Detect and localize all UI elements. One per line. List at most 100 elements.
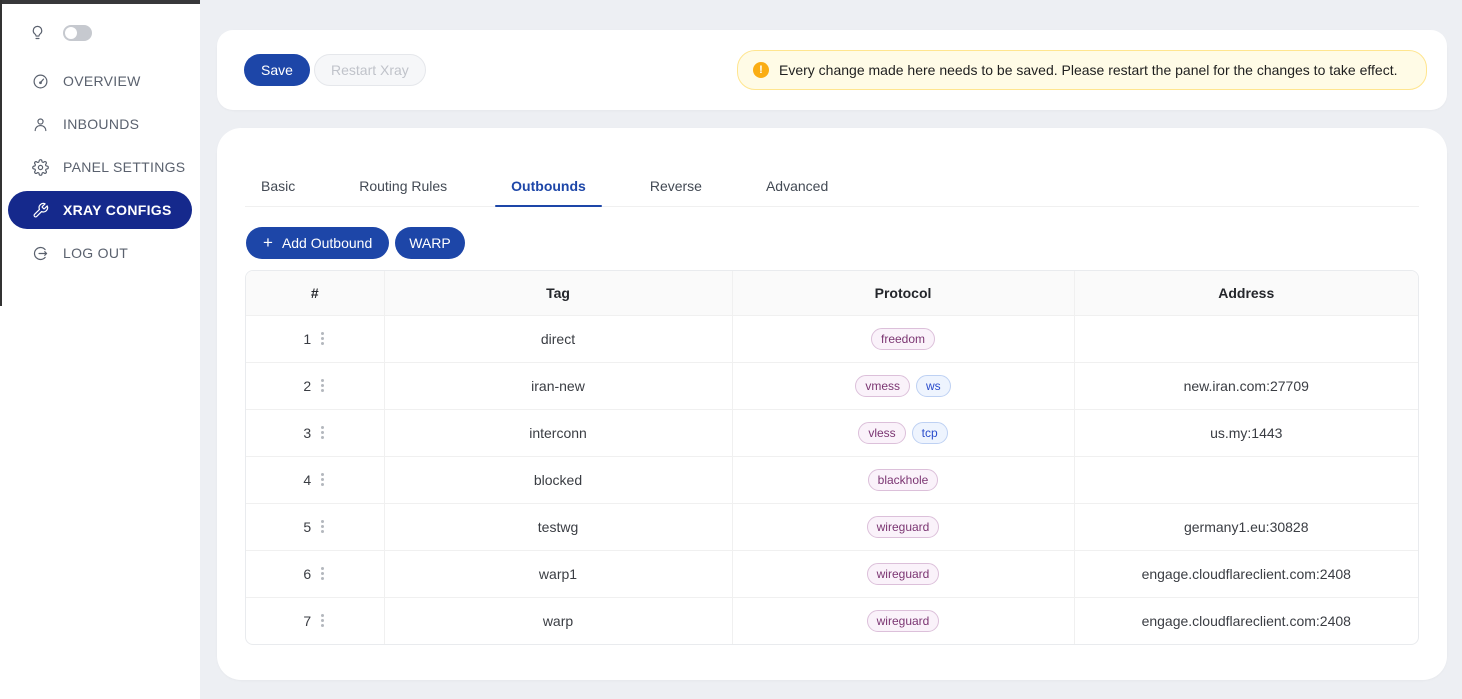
sidebar-item-xray-configs[interactable]: XRAY CONFIGS bbox=[8, 191, 192, 229]
sidebar-item-label: OVERVIEW bbox=[63, 73, 141, 89]
row-menu-icon[interactable] bbox=[319, 424, 326, 441]
warning-text: Every change made here needs to be saved… bbox=[779, 62, 1397, 78]
tab-outbounds[interactable]: Outbounds bbox=[495, 166, 602, 206]
tab-advanced[interactable]: Advanced bbox=[750, 166, 844, 206]
theme-toggle-row bbox=[29, 24, 92, 41]
tab-bar: Basic Routing Rules Outbounds Reverse Advanc… bbox=[245, 166, 1419, 207]
row-number: 7 bbox=[303, 613, 311, 629]
add-outbound-button[interactable]: + Add Outbound bbox=[246, 227, 389, 259]
gear-icon bbox=[32, 159, 49, 176]
table-row: 7 warp wireguard engage.cloudflareclient… bbox=[246, 597, 1418, 644]
sidebar-item-label: INBOUNDS bbox=[63, 116, 139, 132]
user-icon bbox=[32, 116, 49, 133]
main-content: Save Restart Xray ! Every change made he… bbox=[200, 0, 1462, 699]
sidebar-item-overview[interactable]: OVERVIEW bbox=[8, 62, 192, 100]
table-actions: + Add Outbound WARP bbox=[246, 227, 465, 259]
save-toolbar-card: Save Restart Xray ! Every change made he… bbox=[217, 30, 1447, 110]
table-row: 1 direct freedom bbox=[246, 315, 1418, 362]
address-cell: new.iran.com:27709 bbox=[1074, 362, 1418, 409]
address-cell bbox=[1074, 456, 1418, 503]
tag-cell: iran-new bbox=[384, 362, 732, 409]
logout-icon bbox=[32, 245, 49, 262]
table-row: 6 warp1 wireguard engage.cloudflareclien… bbox=[246, 550, 1418, 597]
protocol-cell: blackhole bbox=[732, 456, 1074, 503]
warp-button[interactable]: WARP bbox=[395, 227, 464, 259]
protocol-badge: wireguard bbox=[867, 563, 940, 585]
row-number-cell: 7 bbox=[246, 597, 384, 644]
protocol-badge: freedom bbox=[871, 328, 935, 350]
address-cell: engage.cloudflareclient.com:2408 bbox=[1074, 597, 1418, 644]
protocol-badge: wireguard bbox=[867, 516, 940, 538]
table-row: 3 interconn vless tcp us.my:1443 bbox=[246, 409, 1418, 456]
address-cell: germany1.eu:30828 bbox=[1074, 503, 1418, 550]
wrench-icon bbox=[32, 202, 49, 219]
protocol-cell: vmessws bbox=[732, 362, 1074, 409]
tab-label: Basic bbox=[261, 178, 295, 194]
row-number-cell: 2 bbox=[246, 362, 384, 409]
protocol-cell: wireguard bbox=[732, 550, 1074, 597]
row-number: 2 bbox=[303, 378, 311, 394]
column-header: Tag bbox=[384, 271, 732, 315]
sidebar-item-inbounds[interactable]: INBOUNDS bbox=[8, 105, 192, 143]
address-cell: us.my:1443 bbox=[1074, 409, 1418, 456]
protocol-badge: vmess bbox=[855, 375, 910, 397]
tag-cell: blocked bbox=[384, 456, 732, 503]
tag-cell: warp1 bbox=[384, 550, 732, 597]
sidebar-item-log-out[interactable]: LOG OUT bbox=[8, 234, 192, 272]
tab-basic[interactable]: Basic bbox=[245, 166, 311, 206]
protocol-cell: freedom bbox=[732, 315, 1074, 362]
tag-cell: direct bbox=[384, 315, 732, 362]
tab-reverse[interactable]: Reverse bbox=[634, 166, 718, 206]
row-number: 4 bbox=[303, 472, 311, 488]
xray-configs-card: Basic Routing Rules Outbounds Reverse Advanc… bbox=[217, 128, 1447, 680]
save-button[interactable]: Save bbox=[244, 54, 310, 86]
tag-cell: testwg bbox=[384, 503, 732, 550]
tab-routing-rules[interactable]: Routing Rules bbox=[343, 166, 463, 206]
add-outbound-label: Add Outbound bbox=[282, 235, 372, 251]
protocol-badge: wireguard bbox=[867, 610, 940, 632]
protocol-badge: vless bbox=[858, 422, 905, 444]
row-number: 3 bbox=[303, 425, 311, 441]
tag-cell: interconn bbox=[384, 409, 732, 456]
column-header: Address bbox=[1074, 271, 1418, 315]
column-header: # bbox=[246, 271, 384, 315]
sidebar-nav: OVERVIEW INBOUNDS PANEL SETTINGS XRAY CO… bbox=[0, 57, 200, 277]
address-cell bbox=[1074, 315, 1418, 362]
row-number-cell: 5 bbox=[246, 503, 384, 550]
row-menu-icon[interactable] bbox=[319, 565, 326, 582]
protocol-badge: blackhole bbox=[868, 469, 939, 491]
row-number: 6 bbox=[303, 566, 311, 582]
sidebar-item-panel-settings[interactable]: PANEL SETTINGS bbox=[8, 148, 192, 186]
lightbulb-icon bbox=[29, 24, 46, 41]
sidebar: OVERVIEW INBOUNDS PANEL SETTINGS XRAY CO… bbox=[0, 0, 200, 699]
warning-icon: ! bbox=[753, 62, 769, 78]
row-menu-icon[interactable] bbox=[319, 612, 326, 629]
dark-mode-toggle[interactable] bbox=[63, 25, 92, 41]
sidebar-item-label: PANEL SETTINGS bbox=[63, 159, 185, 175]
row-menu-icon[interactable] bbox=[319, 330, 326, 347]
tab-label: Outbounds bbox=[511, 178, 586, 194]
warning-alert: ! Every change made here needs to be sav… bbox=[737, 50, 1427, 90]
tab-label: Routing Rules bbox=[359, 178, 447, 194]
outbounds-table: #TagProtocolAddress 1 direct freedom 2 i… bbox=[245, 270, 1419, 645]
protocol-badge: tcp bbox=[912, 422, 948, 444]
protocol-cell: vless tcp bbox=[732, 409, 1074, 456]
table-row: 4 blocked blackhole bbox=[246, 456, 1418, 503]
window-edge-top bbox=[0, 0, 200, 4]
address-cell: engage.cloudflareclient.com:2408 bbox=[1074, 550, 1418, 597]
tag-cell: warp bbox=[384, 597, 732, 644]
table-row: 5 testwg wireguard germany1.eu:30828 bbox=[246, 503, 1418, 550]
row-number-cell: 4 bbox=[246, 456, 384, 503]
row-menu-icon[interactable] bbox=[319, 471, 326, 488]
table-row: 2 iran-new vmessws new.iran.com:27709 bbox=[246, 362, 1418, 409]
row-number-cell: 6 bbox=[246, 550, 384, 597]
restart-xray-button[interactable]: Restart Xray bbox=[314, 54, 426, 86]
row-menu-icon[interactable] bbox=[319, 377, 326, 394]
row-menu-icon[interactable] bbox=[319, 518, 326, 535]
tab-label: Reverse bbox=[650, 178, 702, 194]
row-number-cell: 3 bbox=[246, 409, 384, 456]
column-header: Protocol bbox=[732, 271, 1074, 315]
row-number: 1 bbox=[303, 331, 311, 347]
row-number: 5 bbox=[303, 519, 311, 535]
protocol-badge: ws bbox=[916, 375, 951, 397]
